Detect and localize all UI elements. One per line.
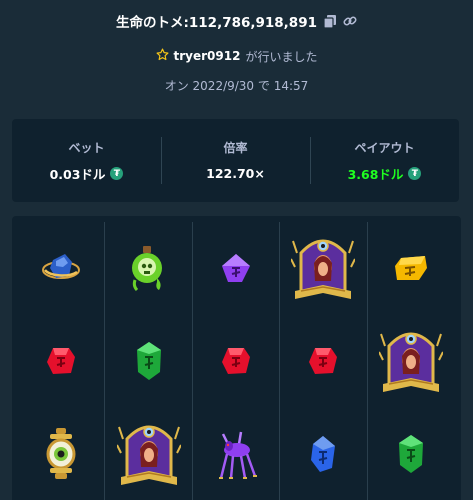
reel-4-row-1 <box>280 222 366 315</box>
reel-2 <box>105 222 193 500</box>
link-icon[interactable] <box>343 14 357 28</box>
reel-3-row-3 <box>193 407 279 500</box>
multiplier-value: 122.70× <box>206 166 265 181</box>
green-skull-potion-icon <box>131 246 162 292</box>
multiplier-value-row: 122.70× <box>206 165 265 183</box>
reel-2-row-1 <box>105 222 191 315</box>
bet-value: 0.03ドル <box>49 167 106 182</box>
reel-1-row-1 <box>18 222 104 315</box>
reel-3 <box>193 222 281 500</box>
payout-label: ペイアウト <box>354 140 415 155</box>
reel-2-row-3 <box>105 407 191 500</box>
purple-rune-gem-icon <box>221 254 250 283</box>
date-text: オン 2022/9/30 で 14:57 <box>164 79 309 93</box>
reel-4 <box>280 222 368 500</box>
played-by-text: が行いました <box>245 49 318 64</box>
yellow-rune-gem-icon <box>395 256 428 281</box>
player-name[interactable]: tryer0912 <box>174 49 241 63</box>
bet-label: ベット <box>68 140 105 155</box>
reel-5 <box>368 222 455 500</box>
purple-spider-creature-icon <box>218 431 257 479</box>
reel-1 <box>18 222 106 500</box>
game-id-title: 生命のトメ:112,786,918,891 <box>115 15 317 31</box>
blue-rune-gem-icon <box>311 435 336 472</box>
multiplier-label: 倍率 <box>223 140 248 155</box>
star-icon <box>156 48 169 64</box>
reel-5-row-1 <box>368 222 455 315</box>
reel-3-row-2 <box>193 315 279 408</box>
bet-stat: ベット 0.03ドル ₮ <box>12 119 161 202</box>
reel-3-row-1 <box>193 222 279 315</box>
reel-5-row-2 <box>368 315 455 408</box>
reel-5-row-3 <box>368 407 455 500</box>
red-rune-gem-icon <box>47 347 76 374</box>
copy-icon[interactable] <box>323 14 337 28</box>
blue-stone-ring-icon <box>42 254 81 280</box>
reel-4-row-3 <box>280 407 366 500</box>
multiplier-stat: 倍率 122.70× <box>161 119 310 202</box>
red-rune-gem-icon <box>309 347 338 374</box>
title-row: 生命のトメ:112,786,918,891 <box>0 10 473 32</box>
reel-4-row-2 <box>280 315 366 408</box>
green-rune-gem-icon <box>136 341 161 380</box>
green-rune-gem-icon <box>399 434 424 473</box>
reel-1-row-2 <box>18 315 104 408</box>
round-header: 生命のトメ:112,786,918,891 tryer0912 が行いました オ… <box>0 10 473 95</box>
eye-lantern-icon <box>46 427 76 479</box>
red-rune-gem-icon <box>221 347 250 374</box>
tether-coin-icon: ₮ <box>408 167 422 180</box>
player-row: tryer0912 が行いました <box>0 47 473 65</box>
reel-1-row-3 <box>18 407 104 500</box>
payout-value-row: 3.68ドル ₮ <box>348 165 422 183</box>
spider-priestess-book-icon <box>291 239 356 300</box>
stats-panel: ベット 0.03ドル ₮ 倍率 122.70× ペイアウト 3.68ドル ₮ <box>12 119 459 202</box>
tether-coin-icon: ₮ <box>110 167 124 180</box>
spider-priestess-book-icon <box>379 332 444 392</box>
payout-value: 3.68ドル <box>347 167 404 182</box>
payout-stat: ペイアウト 3.68ドル ₮ <box>310 119 459 202</box>
reel-2-row-2 <box>105 315 191 408</box>
reel-grid <box>18 222 455 500</box>
slot-board <box>12 216 461 500</box>
spider-priestess-book-icon <box>116 425 181 485</box>
bet-value-row: 0.03ドル ₮ <box>50 165 124 183</box>
